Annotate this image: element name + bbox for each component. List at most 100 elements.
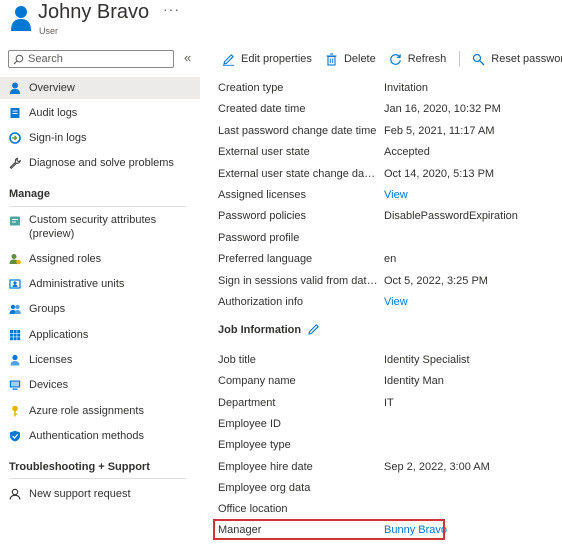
property-key: Employee type: [218, 439, 291, 452]
user-icon: [10, 82, 20, 94]
property-row-external-user-state-change-date-time: External user state change date time Oct…: [218, 168, 558, 189]
delete-label: Delete: [343, 53, 376, 65]
key-icon: [12, 405, 18, 417]
admin-units-icon: [9, 279, 21, 289]
command-bar: Edit properties Delete Refresh Reset pas…: [222, 48, 562, 70]
page-header: Johny Bravo User ···: [0, 0, 562, 44]
property-key: Department: [218, 396, 276, 409]
custom-attributes-icon: [10, 216, 20, 226]
sidebar-item-label: Assigned roles: [29, 253, 102, 265]
sidebar-item-administrative-units[interactable]: Administrative units: [0, 273, 200, 295]
page-title: Johny Bravo: [38, 1, 150, 23]
property-value: IT: [384, 396, 394, 409]
job-row-employee-org-data: Employee org data: [218, 482, 558, 503]
section-divider: [9, 206, 186, 207]
sidebar-item-label: Sign-in logs: [29, 132, 87, 144]
property-row-creation-type: Creation type Invitation: [218, 82, 558, 103]
toolbar-divider: [459, 51, 461, 67]
property-key: External user state: [218, 146, 310, 159]
property-value: Jan 16, 2020, 10:32 PM: [384, 103, 501, 116]
job-row-employee-id: Employee ID: [218, 418, 558, 439]
sidebar-item-label: Custom security attributes (preview): [29, 214, 157, 240]
job-row-employee-hire-date: Employee hire date Sep 2, 2022, 3:00 AM: [218, 461, 558, 482]
more-options-button[interactable]: ···: [163, 1, 180, 17]
property-row-password-profile: Password profile: [218, 232, 558, 253]
property-row-created-date-time: Created date time Jan 16, 2020, 10:32 PM: [218, 103, 558, 124]
edit-properties-button[interactable]: Edit properties: [222, 53, 312, 66]
search-icon: [13, 54, 24, 65]
property-key: Assigned licenses: [218, 189, 307, 201]
collapse-sidebar-button[interactable]: «: [184, 50, 191, 65]
groups-icon: [9, 304, 21, 314]
assigned-roles-icon: [9, 254, 21, 265]
sidebar-item-label: Applications: [29, 329, 89, 341]
property-key: External user state change date time: [218, 167, 378, 180]
delete-button[interactable]: Delete: [325, 52, 376, 66]
property-key: Password policies: [218, 210, 307, 223]
property-key: Employee org data: [218, 481, 311, 494]
refresh-label: Refresh: [407, 53, 447, 65]
job-row-employee-type: Employee type: [218, 439, 558, 460]
sidebar-item-new-support-request[interactable]: New support request: [0, 483, 200, 505]
property-value: Oct 14, 2020, 5:13 PM: [384, 167, 495, 180]
pencil-icon: [223, 53, 234, 66]
property-value: Invitation: [384, 82, 429, 94]
property-key: Last password change date time: [218, 124, 377, 137]
manager-highlight-box: [213, 519, 445, 540]
search-box[interactable]: [8, 50, 174, 68]
sidebar-item-applications[interactable]: Applications: [0, 324, 200, 346]
property-value[interactable]: View: [384, 296, 408, 308]
property-value[interactable]: View: [384, 189, 408, 201]
property-value: Identity Man: [384, 375, 444, 388]
property-key: Created date time: [218, 103, 306, 116]
refresh-icon: [389, 53, 401, 65]
property-key: Company name: [218, 375, 296, 388]
property-key: Employee hire date: [218, 460, 313, 473]
property-value: en: [384, 253, 397, 266]
job-information-header: Job Information: [218, 323, 320, 336]
property-value: Accepted: [384, 146, 430, 159]
applications-icon: [10, 330, 21, 341]
search-input[interactable]: [28, 53, 168, 65]
sidebar-item-label: Administrative units: [29, 278, 125, 290]
support-icon: [9, 488, 21, 500]
job-row-company-name: Company name Identity Man: [218, 375, 558, 396]
property-row-external-user-state: External user state Accepted: [218, 146, 558, 167]
section-header-manage: Manage: [9, 188, 50, 200]
sidebar-item-azure-role-assignments[interactable]: Azure role assignments: [0, 400, 200, 422]
sidebar-item-devices[interactable]: Devices: [0, 374, 200, 396]
key-search-icon: [473, 53, 485, 65]
sidebar-item-audit-logs[interactable]: Audit logs: [0, 102, 200, 124]
sidebar-item-assigned-roles[interactable]: Assigned roles: [0, 248, 200, 270]
licenses-icon: [10, 354, 20, 366]
sidebar-item-sign-in-logs[interactable]: Sign-in logs: [0, 127, 200, 149]
reset-password-button[interactable]: Reset password: [472, 53, 562, 66]
property-key: Job title: [218, 354, 256, 366]
property-row-password-policies: Password policies DisablePasswordExpirat…: [218, 210, 558, 231]
property-value: Oct 5, 2022, 3:25 PM: [384, 274, 488, 287]
sidebar-item-overview[interactable]: Overview: [0, 77, 200, 99]
user-avatar-icon: [11, 6, 31, 31]
wrench-icon: [9, 157, 21, 169]
sidebar-item-groups[interactable]: Groups: [0, 298, 200, 320]
sidebar-item-authentication-methods[interactable]: Authentication methods: [0, 425, 200, 447]
refresh-button[interactable]: Refresh: [389, 53, 447, 66]
devices-icon: [9, 380, 21, 390]
property-row-preferred-language: Preferred language en: [218, 253, 558, 274]
property-value: Feb 5, 2021, 11:17 AM: [384, 124, 495, 137]
sidebar-item-label: Overview: [29, 82, 75, 94]
sidebar-item-diagnose-and-solve-problems[interactable]: Diagnose and solve problems: [0, 152, 200, 174]
sidebar-item-label: Licenses: [29, 354, 73, 366]
sidebar-item-label: New support request: [29, 488, 131, 500]
sidebar-item-label: Audit logs: [29, 107, 78, 119]
section-header-troubleshooting: Troubleshooting + Support: [9, 461, 150, 473]
sidebar-item-label: Azure role assignments: [29, 405, 144, 417]
edit-pencil-icon[interactable]: [307, 323, 320, 336]
property-key: Preferred language: [218, 253, 313, 266]
audit-logs-icon: [10, 108, 20, 118]
sidebar-item-licenses[interactable]: Licenses: [0, 349, 200, 371]
property-key: Employee ID: [218, 417, 281, 430]
sidebar-item-custom-security-attributes-preview[interactable]: Custom security attributes (preview): [0, 211, 200, 245]
property-value: Identity Specialist: [384, 354, 470, 366]
job-information-title: Job Information: [218, 323, 302, 336]
